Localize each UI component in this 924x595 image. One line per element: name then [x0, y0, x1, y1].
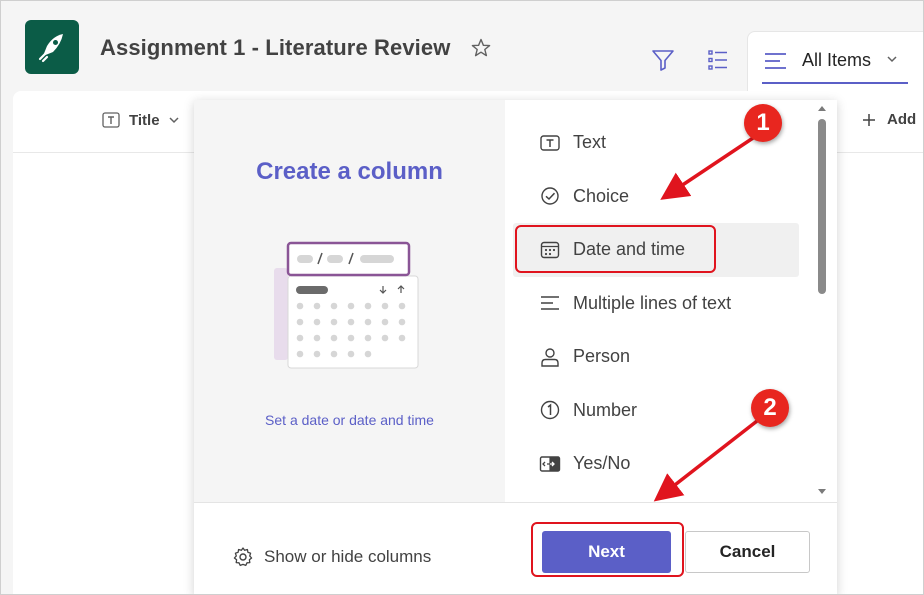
column-type-pane: Text Choice Date and time Multiple lines… [505, 100, 837, 502]
show-hide-columns-label: Show or hide columns [264, 547, 432, 566]
column-type-list: Text Choice Date and time Multiple lines… [513, 116, 799, 491]
cancel-button[interactable]: Cancel [685, 531, 810, 573]
dialog-caption: Set a date or date and time [265, 412, 434, 428]
scroll-down-icon[interactable] [817, 488, 827, 496]
column-type-person[interactable]: Person [513, 330, 799, 384]
page-title: Assignment 1 - Literature Review [100, 35, 451, 60]
chevron-down-icon [887, 56, 897, 63]
dialog-footer: Show or hide columns Next Cancel [194, 502, 837, 594]
date-picker-illustration [274, 241, 419, 369]
column-type-label: Text [573, 132, 607, 153]
column-type-label: Yes/No [573, 453, 631, 474]
create-column-dialog: Create a column Set a date or date and t… [194, 100, 837, 594]
column-header-title-label: Title [129, 111, 160, 129]
plus-icon [863, 113, 875, 126]
app-logo-icon [25, 20, 79, 74]
app-window: Assignment 1 - Literature Review All Ite… [0, 0, 924, 595]
column-type-multiple-lines[interactable]: Multiple lines of text [513, 277, 799, 331]
column-type-label: Multiple lines of text [573, 292, 732, 313]
add-column-label: Add [887, 111, 917, 128]
chevron-down-icon [169, 117, 179, 124]
number-icon [540, 401, 560, 420]
gear-icon [233, 547, 253, 567]
multiline-icon [541, 296, 559, 310]
view-lines-icon [765, 53, 786, 69]
annotation-badge-1: 1 [744, 104, 782, 142]
scroll-thumb[interactable] [818, 119, 826, 294]
view-selector-tab[interactable]: All Items [747, 31, 923, 91]
filter-icon[interactable] [651, 48, 675, 72]
column-type-label: Choice [573, 185, 630, 206]
yes-no-icon [539, 456, 561, 472]
column-type-yes-no[interactable]: Yes/No [513, 437, 799, 491]
column-type-label: Number [573, 399, 638, 420]
column-header-title[interactable]: Title [101, 111, 180, 129]
annotation-box-date-and-time [515, 225, 716, 273]
column-type-scrollbar[interactable] [815, 100, 829, 502]
dialog-title: Create a column [256, 158, 443, 185]
column-type-label: Person [573, 346, 631, 367]
view-tab-label: All Items [802, 50, 872, 70]
dialog-preview-pane: Create a column Set a date or date and t… [194, 100, 505, 502]
annotation-box-next [531, 522, 684, 577]
scroll-up-icon[interactable] [817, 104, 827, 112]
choice-icon [541, 187, 559, 205]
add-column-button[interactable]: Add [861, 111, 916, 128]
person-icon [541, 348, 559, 367]
show-hide-columns-button[interactable]: Show or hide columns [232, 546, 431, 568]
annotation-badge-2: 2 [751, 389, 789, 427]
favorite-star-icon[interactable] [470, 37, 492, 59]
active-tab-underline [762, 82, 908, 84]
text-type-icon [540, 135, 560, 151]
column-type-choice[interactable]: Choice [513, 170, 799, 224]
text-column-icon [102, 112, 120, 128]
list-settings-icon[interactable] [706, 48, 730, 72]
